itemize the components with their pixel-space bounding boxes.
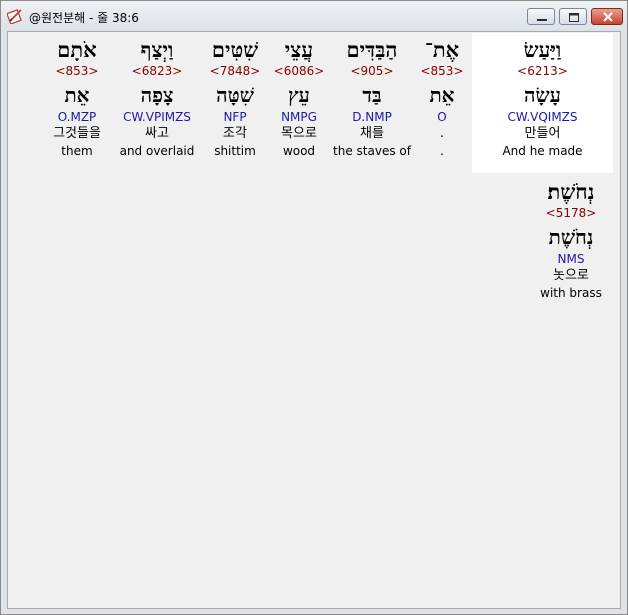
morphology-code: CW.VQIMZS xyxy=(507,110,578,124)
close-button[interactable] xyxy=(591,8,623,25)
strong-number[interactable]: <7848> xyxy=(198,63,272,79)
strong-number[interactable]: <5178> xyxy=(530,205,612,221)
korean-gloss: 놋으로 xyxy=(553,268,589,283)
hebrew-word: אֹתָם xyxy=(57,37,97,62)
morphology-code: CW.VPIMZS xyxy=(123,110,191,124)
strong-number[interactable]: <6823> xyxy=(113,63,201,79)
hebrew-word: עֲצֵי xyxy=(284,37,314,62)
window-title: @원전분해 - 줄 38:6 xyxy=(29,11,139,25)
strong-number[interactable]: <853> xyxy=(39,63,115,79)
word-block-3[interactable]: הַבַּדִּים <905> בַּד D.NMP 채를 the stave… xyxy=(326,37,418,159)
maximize-button[interactable] xyxy=(559,8,587,25)
word-block-5[interactable]: שִׁטִּים <7848> שִׁטָּה NFP 조각 shittim xyxy=(198,37,272,159)
maximize-icon xyxy=(569,13,579,22)
strong-number[interactable]: <6213> xyxy=(472,63,613,79)
hebrew-word: נְחֹשֶׁת׃ xyxy=(547,179,595,204)
korean-gloss: 그것들을 xyxy=(53,126,101,141)
english-gloss: shittim xyxy=(214,144,256,158)
app-window: @원전분해 - 줄 38:6 וַיַּעַשׂ <6213> עָשָׂה C… xyxy=(0,0,628,615)
lemma-word: בַּד xyxy=(362,83,382,107)
korean-gloss: 만들어 xyxy=(524,126,561,141)
interlinear-panel: וַיַּעַשׂ <6213> עָשָׂה CW.VQIMZS 만들어 An… xyxy=(7,31,621,609)
word-block-8[interactable]: נְחֹשֶׁת׃ <5178> נְחֹשֶׁת NMS 놋으로 with b… xyxy=(530,179,612,301)
korean-gloss: 채를 xyxy=(360,126,384,141)
minimize-icon xyxy=(537,19,547,21)
lemma-word: שִׁטָּה xyxy=(216,83,254,107)
morphology-code: NFP xyxy=(223,110,247,124)
word-block-7[interactable]: אֹתָם <853> אֵת O.MZP 그것들을 them xyxy=(39,37,115,159)
korean-gloss: 싸고 xyxy=(145,126,169,141)
morphology-code: NMPG xyxy=(281,110,317,124)
app-pen-icon xyxy=(6,8,23,25)
english-gloss: and overlaid xyxy=(119,144,195,158)
morphology-code: NMS xyxy=(557,252,585,266)
lemma-word: אֵת xyxy=(64,83,90,107)
english-gloss: wood xyxy=(282,144,316,158)
english-gloss: And he made xyxy=(502,144,583,158)
english-gloss: them xyxy=(61,144,93,158)
hebrew-word: שִׁטִּים xyxy=(211,37,259,62)
lemma-word: עֵץ xyxy=(288,83,310,107)
korean-gloss: 조각 xyxy=(223,126,247,141)
strong-number[interactable]: <6086> xyxy=(265,63,333,79)
hebrew-word: וַיַּעַשׂ xyxy=(523,37,562,62)
lemma-word: נְחֹשֶׁת xyxy=(548,225,594,249)
morphology-code: O.MZP xyxy=(57,110,97,124)
word-block-1[interactable]: וַיַּעַשׂ <6213> עָשָׂה CW.VQIMZS 만들어 An… xyxy=(472,33,613,173)
word-block-6[interactable]: וַיְצַף <6823> צָפָה CW.VPIMZS 싸고 and ov… xyxy=(113,37,201,159)
lemma-word: עָשָׂה xyxy=(524,83,561,107)
close-icon xyxy=(603,12,613,22)
minimize-button[interactable] xyxy=(527,8,555,25)
lemma-word: צָפָה xyxy=(140,83,174,107)
title-bar[interactable]: @원전분해 - 줄 38:6 xyxy=(1,1,627,31)
hebrew-word: וַיְצַף xyxy=(140,37,174,62)
word-block-4[interactable]: עֲצֵי <6086> עֵץ NMPG 목으로 wood xyxy=(265,37,333,159)
morphology-code: D.NMP xyxy=(352,110,392,124)
korean-gloss: 목으로 xyxy=(281,126,317,141)
english-gloss: with brass xyxy=(540,286,602,300)
strong-number[interactable]: <905> xyxy=(326,63,418,79)
english-gloss: the staves of xyxy=(333,144,411,158)
hebrew-word: הַבַּדִּים xyxy=(346,37,398,62)
